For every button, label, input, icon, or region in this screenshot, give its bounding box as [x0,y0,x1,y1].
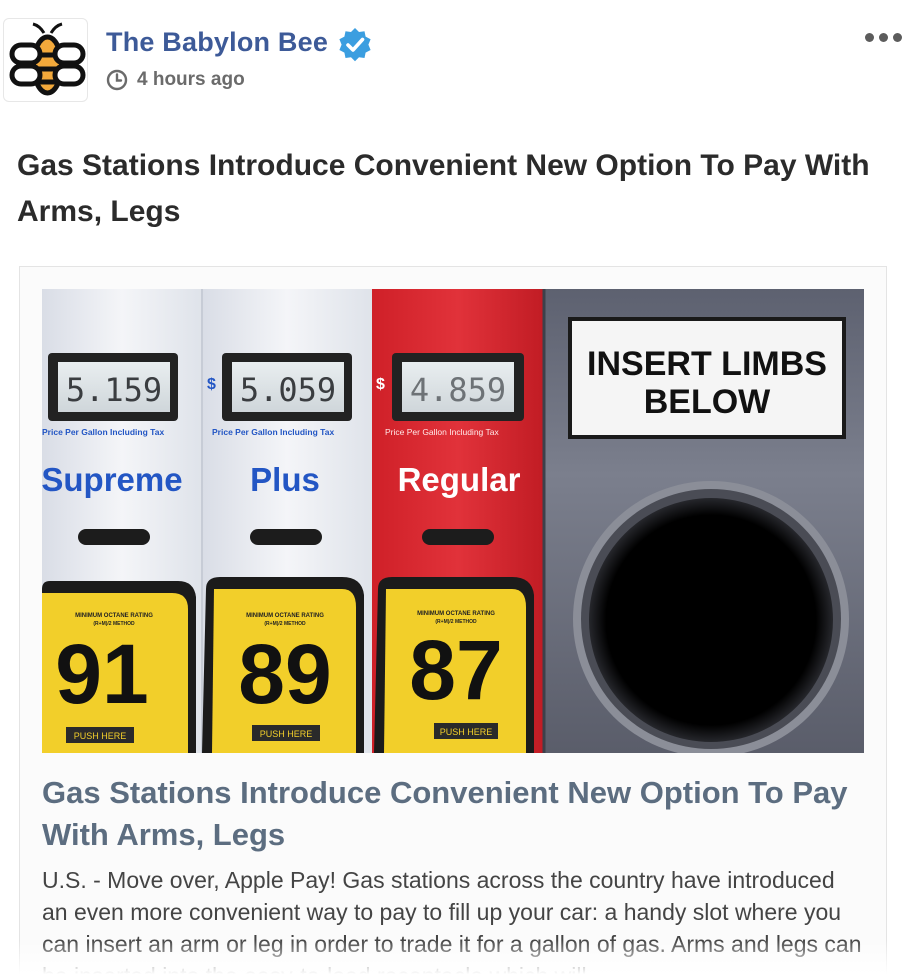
price-caption-supreme: Price Per Gallon Including Tax [42,427,164,437]
article-image[interactable]: 5.159 $ 5.059 $ 4.859 Price Per Gallon I… [42,289,864,753]
push-here-label-plus: PUSH HERE [260,729,313,739]
currency-sign-plus: $ [207,376,216,393]
price-caption-plus: Price Per Gallon Including Tax [212,427,334,437]
page-name-link[interactable]: The Babylon Bee [106,27,328,58]
post-timestamp[interactable]: 4 hours ago [106,67,245,93]
clock-icon [106,69,128,91]
more-horizontal-icon [864,32,874,42]
avatar[interactable] [3,18,88,102]
grade-label-plus: Plus [250,461,320,498]
octane-number-87: 87 [409,623,502,717]
link-card-description: U.S. - Move over, Apple Pay! Gas station… [42,867,862,978]
limb-slot-hole [589,498,833,742]
push-here-label-regular: PUSH HERE [440,727,493,737]
grade-label-supreme: Supreme [42,461,183,498]
link-card-title[interactable]: Gas Stations Introduce Convenient New Op… [42,772,862,856]
octane-number-89: 89 [238,627,331,721]
more-dot [892,32,902,42]
price-caption-regular: Price Per Gallon Including Tax [385,427,499,437]
post-text: Gas Stations Introduce Convenient New Op… [17,149,870,228]
gas-pump-illustration: 5.159 $ 5.059 $ 4.859 Price Per Gallon I… [42,289,864,753]
more-dot [878,32,888,42]
more-options-button[interactable] [860,22,906,52]
currency-sign-regular: $ [376,376,385,393]
sign-line-2: BELOW [644,383,771,421]
babylon-bee-logo [9,22,86,96]
price-display-plus: 5.059 [240,371,336,409]
octane-number-91: 91 [55,627,148,721]
octane-rating-label-plus: MINIMUM OCTANE RATING [246,613,324,619]
grade-label-regular: Regular [398,461,521,498]
price-display-supreme: 5.159 [66,371,162,409]
timestamp-text: 4 hours ago [137,69,245,90]
post-header: The Babylon Bee 4 hours ago [0,0,912,110]
price-display-regular: 4.859 [410,371,506,409]
verified-badge-icon [339,28,371,62]
push-here-label-supreme: PUSH HERE [74,731,127,741]
octane-rating-label-supreme: MINIMUM OCTANE RATING [75,613,153,619]
octane-rating-label-regular: MINIMUM OCTANE RATING [417,611,495,617]
link-preview-card[interactable]: 5.159 $ 5.059 $ 4.859 Price Per Gallon I… [19,266,887,978]
sign-line-1: INSERT LIMBS [587,345,827,383]
